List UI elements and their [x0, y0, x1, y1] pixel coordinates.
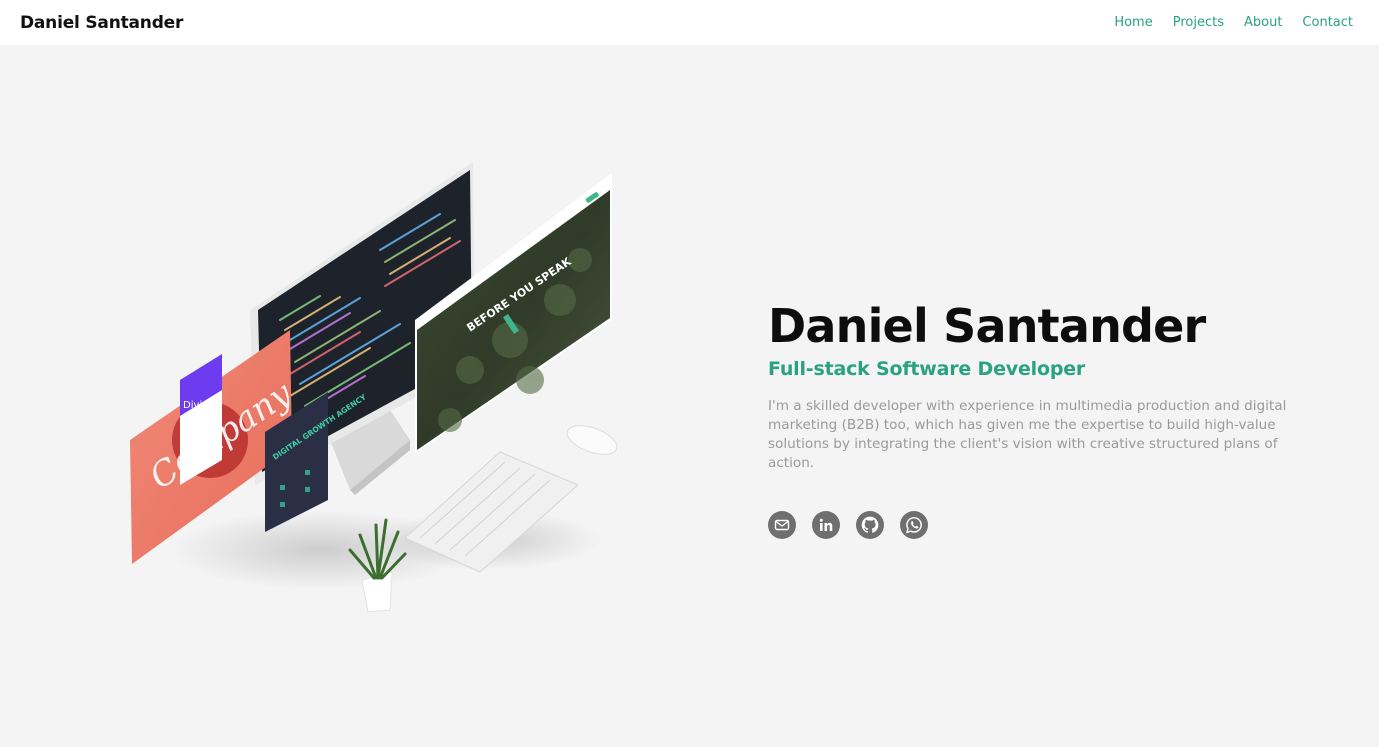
nav-projects-link[interactable]: Projects: [1173, 15, 1224, 30]
linkedin-icon[interactable]: [812, 511, 840, 539]
main-nav: Home Projects About Contact: [1094, 15, 1353, 30]
hero-illustration: BEFORE YOU SPEAK Company Divi DIGITAL GR…: [110, 140, 650, 630]
devices-mockup-image: BEFORE YOU SPEAK Company Divi DIGITAL GR…: [130, 162, 618, 613]
phone-text: Divi: [183, 400, 202, 411]
hero-section: Daniel Santander Full-stack Software Dev…: [768, 298, 1328, 539]
hero-name-heading: Daniel Santander: [768, 299, 1206, 353]
email-icon[interactable]: [768, 511, 796, 539]
hero-role-subtitle: Full-stack Software Developer: [768, 358, 1086, 380]
hero-bio-text: I'm a skilled developer with experience …: [768, 398, 1287, 471]
nav-contact-link[interactable]: Contact: [1302, 15, 1353, 30]
nav-home-link[interactable]: Home: [1114, 15, 1152, 30]
nav-about-link[interactable]: About: [1244, 15, 1282, 30]
site-brand[interactable]: Daniel Santander: [20, 13, 183, 33]
social-links: [768, 511, 1328, 539]
top-navbar: Daniel Santander Home Projects About Con…: [0, 0, 1379, 45]
whatsapp-icon[interactable]: [900, 511, 928, 539]
github-icon[interactable]: [856, 511, 884, 539]
